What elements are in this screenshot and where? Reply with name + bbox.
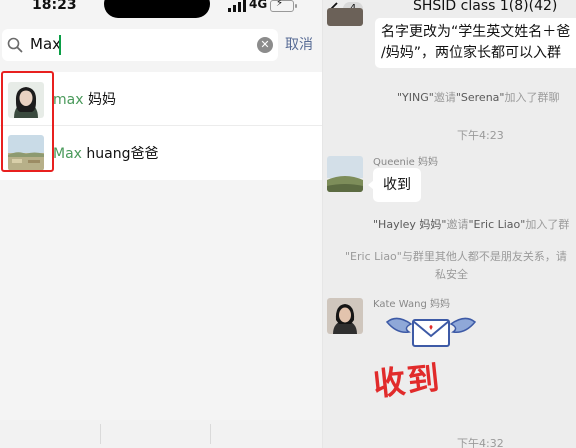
search-input[interactable]: Max ✕ bbox=[2, 29, 278, 61]
chat-pane: 4 SHSID class 1(8)(42) 名字更改为“学生英文姓名＋爸 /妈… bbox=[323, 0, 576, 448]
system-message: 私安全 bbox=[435, 268, 468, 281]
timestamp: 下午4:23 bbox=[457, 129, 504, 142]
dynamic-island bbox=[104, 0, 210, 18]
kate-avatar[interactable] bbox=[327, 298, 363, 334]
search-value: Max bbox=[30, 35, 62, 53]
result-name: max 妈妈 bbox=[53, 92, 116, 108]
queenie-avatar[interactable] bbox=[327, 156, 363, 192]
chat-title: SHSID class 1(8)(42) bbox=[413, 0, 558, 14]
timestamp: 下午4:32 bbox=[457, 437, 504, 448]
battery-icon: ⚡ bbox=[270, 0, 297, 12]
result-name: Max huang爸爸 bbox=[53, 146, 159, 162]
message-bubble: 名字更改为“学生英文姓名＋爸 /妈妈”，两位家长都可以入群 bbox=[375, 18, 576, 68]
avatar[interactable] bbox=[327, 8, 363, 26]
flying-envelope-sticker bbox=[385, 317, 477, 347]
signal-icon bbox=[228, 0, 246, 12]
status-time: 18:23 bbox=[32, 0, 77, 13]
highlight-box bbox=[1, 71, 54, 172]
network-type: 4G bbox=[249, 0, 268, 11]
system-message: "Eric Liao"与群里其他人都不是朋友关系，请 bbox=[345, 250, 567, 263]
search-icon bbox=[7, 37, 23, 53]
system-message: "Hayley 妈妈"邀请"Eric Liao"加入了群 bbox=[373, 218, 570, 231]
keyboard-strip bbox=[0, 420, 322, 448]
sender-name: Queenie 妈妈 bbox=[373, 157, 438, 168]
sticker-text: 收到 bbox=[371, 358, 444, 404]
status-bar: 18:23 4G ⚡ bbox=[0, 0, 322, 20]
clear-icon[interactable]: ✕ bbox=[257, 37, 273, 53]
message-bubble: 收到 bbox=[368, 168, 421, 202]
cancel-button[interactable]: 取消 bbox=[285, 34, 313, 54]
system-message: "YING"邀请"Serena"加入了群聊 bbox=[397, 91, 560, 104]
text-caret bbox=[59, 35, 61, 55]
search-pane: 18:23 4G ⚡ Max ✕ 取消 max 妈妈 Max huang爸爸 bbox=[0, 0, 322, 448]
search-bar: Max ✕ 取消 bbox=[0, 24, 322, 66]
sender-name: Kate Wang 妈妈 bbox=[373, 299, 451, 310]
